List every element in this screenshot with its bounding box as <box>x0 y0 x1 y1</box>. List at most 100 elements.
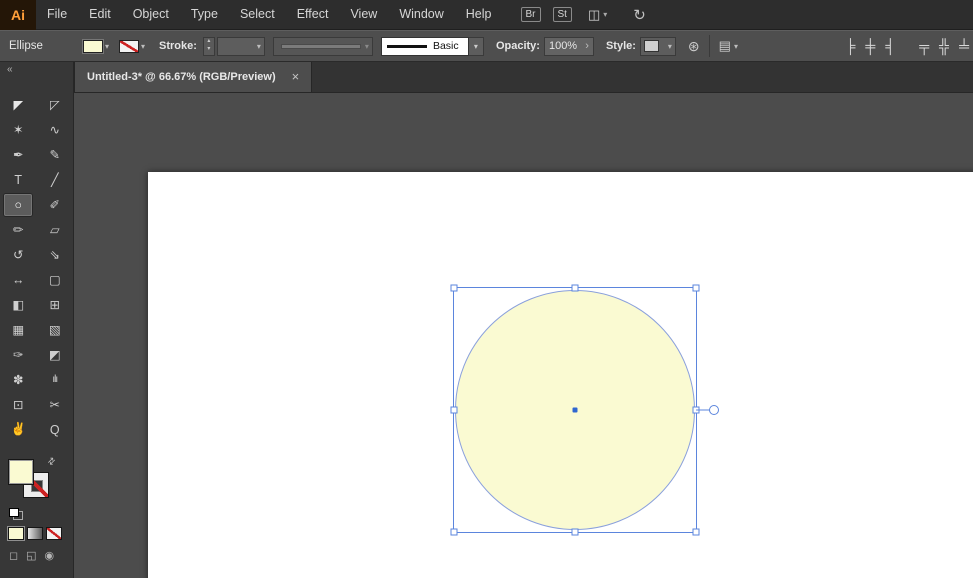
handle-top-left[interactable] <box>450 284 458 292</box>
bridge-button[interactable]: Br <box>520 7 541 22</box>
tools-panel: « ◤ ◸ ✶ ∿ ✒ ✎ T ╱ ○ ✐ ✏ ▱ ↺ ⇘ ↔ ▢ ◧ ⊞ ▦ … <box>0 62 74 578</box>
align-vertical-bottom-icon[interactable]: ╧ <box>959 38 969 54</box>
handle-top-right[interactable] <box>692 284 700 292</box>
draw-inside-icon[interactable]: ◉ <box>45 549 55 562</box>
swap-fill-stroke-icon[interactable]: ⇄ <box>45 455 58 468</box>
mesh-tool[interactable]: ▦ <box>4 319 32 341</box>
draw-normal-icon[interactable]: ◻ <box>9 549 18 562</box>
width-tool[interactable]: ↔ <box>4 269 32 291</box>
side-transform-handle[interactable] <box>709 405 719 415</box>
slice-tool[interactable]: ✂ <box>41 394 69 416</box>
stock-button[interactable]: St <box>552 7 572 22</box>
none-button[interactable] <box>46 527 62 540</box>
align-vertical-top-icon[interactable]: ╤ <box>919 38 929 54</box>
side-handle-connector <box>696 409 710 411</box>
menu-view[interactable]: View <box>339 0 388 29</box>
blend-tool[interactable]: ◩ <box>41 344 69 366</box>
chevron-down-icon[interactable]: ▾ <box>468 36 484 56</box>
stroke-width-stepper[interactable]: ▴ ▾ <box>202 36 215 56</box>
menu-window[interactable]: Window <box>388 0 454 29</box>
align-horizontal-right-icon[interactable]: ╡ <box>885 38 895 54</box>
artboard-tool[interactable]: ⊡ <box>4 394 32 416</box>
eraser-tool[interactable]: ▱ <box>41 219 69 241</box>
zoom-tool[interactable]: Q <box>41 419 69 441</box>
stepper-down-icon[interactable]: ▾ <box>207 46 210 54</box>
fill-stroke-widget: ⇄ <box>8 455 60 503</box>
direct-selection-tool[interactable]: ◸ <box>41 94 69 116</box>
stroke-color-dropdown[interactable]: ▾ <box>119 39 146 53</box>
handle-middle-left[interactable] <box>450 406 458 414</box>
color-mode-buttons <box>8 527 73 540</box>
column-graph-tool[interactable]: ılı <box>41 369 69 391</box>
rotate-tool[interactable]: ↺ <box>4 244 32 266</box>
chevron-down-icon: ▾ <box>141 41 146 51</box>
width-profile-dropdown: ▾ <box>272 36 373 56</box>
handle-top-center[interactable] <box>571 284 579 292</box>
align-horizontal-center-icon[interactable]: ╪ <box>865 38 875 54</box>
selection-tool[interactable]: ◤ <box>4 94 32 116</box>
eyedropper-tool[interactable]: ✑ <box>4 344 32 366</box>
paintbrush-tool[interactable]: ✐ <box>41 194 69 216</box>
magic-wand-tool[interactable]: ✶ <box>4 119 32 141</box>
document-tab[interactable]: Untitled-3* @ 66.67% (RGB/Preview) × <box>74 62 313 92</box>
shape-builder-tool[interactable]: ◧ <box>4 294 32 316</box>
stroke-width-dropdown[interactable]: ▾ <box>216 36 265 56</box>
line-segment-tool[interactable]: ╱ <box>41 169 69 191</box>
menu-effect[interactable]: Effect <box>286 0 340 29</box>
menu-type[interactable]: Type <box>180 0 229 29</box>
curvature-tool[interactable]: ✎ <box>41 144 69 166</box>
draw-behind-icon[interactable]: ◱ <box>26 549 36 562</box>
graphic-style-dropdown[interactable]: ▾ <box>639 36 676 56</box>
ellipse-tool[interactable]: ○ <box>4 193 33 216</box>
brush-definition-dropdown[interactable]: Basic ▾ <box>380 36 484 56</box>
menu-edit[interactable]: Edit <box>78 0 122 29</box>
handle-bottom-left[interactable] <box>450 528 458 536</box>
fill-swatch <box>83 39 103 53</box>
menu-file[interactable]: File <box>36 0 78 29</box>
stepper-up-icon[interactable]: ▴ <box>207 38 210 46</box>
symbol-sprayer-tool[interactable]: ✽ <box>4 369 32 391</box>
illustrator-logo[interactable]: Ai <box>0 0 36 30</box>
style-swatch <box>643 40 659 52</box>
chevron-right-icon[interactable]: › <box>585 41 589 52</box>
recolor-artwork-icon[interactable]: ⊛ <box>688 38 700 55</box>
hand-tool[interactable]: ✌ <box>4 419 32 441</box>
type-tool[interactable]: T <box>4 169 32 191</box>
document-tabbar: Untitled-3* @ 66.67% (RGB/Preview) × <box>74 62 973 93</box>
lasso-tool[interactable]: ∿ <box>41 119 69 141</box>
handle-bottom-right[interactable] <box>692 528 700 536</box>
handle-bottom-center[interactable] <box>571 528 579 536</box>
align-vertical-center-icon[interactable]: ╬ <box>939 38 949 54</box>
pen-tool[interactable]: ✒ <box>4 144 32 166</box>
menu-object[interactable]: Object <box>122 0 180 29</box>
center-anchor[interactable] <box>572 407 578 413</box>
document-tab-title: Untitled-3* @ 66.67% (RGB/Preview) <box>87 71 276 83</box>
opacity-field[interactable]: 100% › <box>543 36 594 56</box>
arrange-documents-dropdown[interactable]: ▤ ▾ <box>719 38 738 54</box>
color-button[interactable] <box>8 527 24 540</box>
menubar: Ai File Edit Object Type Select Effect V… <box>0 0 973 30</box>
fill-swatch-button[interactable] <box>8 459 34 485</box>
stroke-none-swatch <box>119 39 140 53</box>
scale-tool[interactable]: ⇘ <box>41 244 69 266</box>
align-horizontal-left-icon[interactable]: ╞ <box>845 38 855 54</box>
chevron-down-icon: ▾ <box>667 41 672 51</box>
gradient-button[interactable] <box>27 527 43 540</box>
perspective-grid-tool[interactable]: ⊞ <box>41 294 69 316</box>
style-label: Style: <box>605 40 636 52</box>
menu-help[interactable]: Help <box>455 0 503 29</box>
menu-select[interactable]: Select <box>229 0 286 29</box>
free-transform-tool[interactable]: ▢ <box>41 269 69 291</box>
close-icon[interactable]: × <box>292 70 300 83</box>
gradient-tool[interactable]: ▧ <box>41 319 69 341</box>
fill-color-dropdown[interactable]: ▾ <box>83 39 109 53</box>
chevron-down-icon: ▾ <box>256 41 261 51</box>
collapse-panel-button[interactable]: « <box>0 62 73 79</box>
sync-icon[interactable]: ↻ <box>633 6 646 24</box>
workspace-switcher[interactable]: ◫ ▾ <box>588 7 607 23</box>
default-fill-stroke-icon[interactable] <box>9 508 23 520</box>
shaper-tool[interactable]: ✏ <box>4 219 32 241</box>
divider <box>708 35 710 57</box>
viewport[interactable] <box>74 93 973 578</box>
control-bar: Ellipse ▾ ▾ Stroke: ▴ ▾ ▾ ▾ Basic ▾ Opac… <box>0 30 973 62</box>
